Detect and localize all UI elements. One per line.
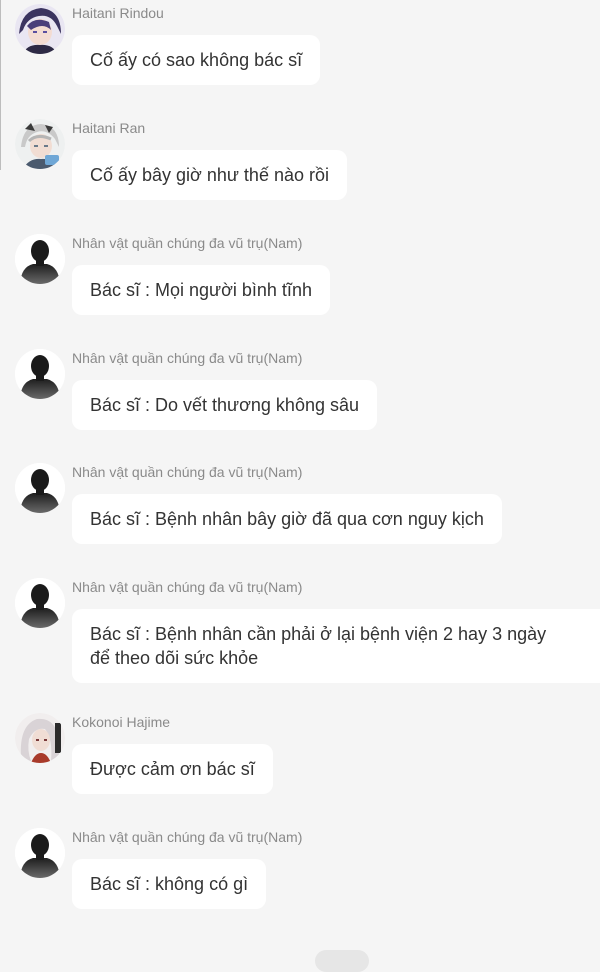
sender-name: Nhân vật quần chúng đa vũ trụ(Nam) [72,464,303,480]
anime-white-hair-avatar[interactable] [15,713,65,763]
silhouette-avatar[interactable] [15,578,65,628]
scroll-to-bottom-button[interactable] [315,950,369,972]
message-bubble: Được cảm ơn bác sĩ [72,744,273,794]
message-bubble: Bác sĩ : không có gì [72,859,267,909]
sender-name: Haitani Ran [72,120,146,136]
message-bubble: Bác sĩ : Bệnh nhân bây giờ đã qua cơn ng… [72,494,502,544]
silhouette-avatar[interactable] [15,828,65,878]
message-bubble: Bác sĩ : Mọi người bình tĩnh [72,265,330,315]
sender-name: Nhân vật quần chúng đa vũ trụ(Nam) [72,579,303,595]
silhouette-avatar[interactable] [15,234,65,284]
scroll-edge-line [0,0,1,170]
silhouette-avatar[interactable] [15,349,65,399]
message-bubble: Cố ấy bây giờ như thế nào rồi [72,150,347,200]
sender-name: Nhân vật quần chúng đa vũ trụ(Nam) [72,235,303,251]
sender-name: Kokonoi Hajime [72,714,171,730]
sender-name: Nhân vật quần chúng đa vũ trụ(Nam) [72,350,303,366]
message-bubble: Bác sĩ : Bệnh nhân cần phải ở lại bệnh v… [72,609,600,683]
sender-name: Haitani Rindou [72,5,164,21]
message-bubble: Cố ấy có sao không bác sĩ [72,35,321,85]
message-bubble: Bác sĩ : Do vết thương không sâu [72,380,377,430]
sender-name: Nhân vật quần chúng đa vũ trụ(Nam) [72,829,303,845]
silhouette-avatar[interactable] [15,463,65,513]
anime-purple-hair-avatar[interactable] [15,4,65,54]
anime-braided-hair-avatar[interactable] [15,119,65,169]
